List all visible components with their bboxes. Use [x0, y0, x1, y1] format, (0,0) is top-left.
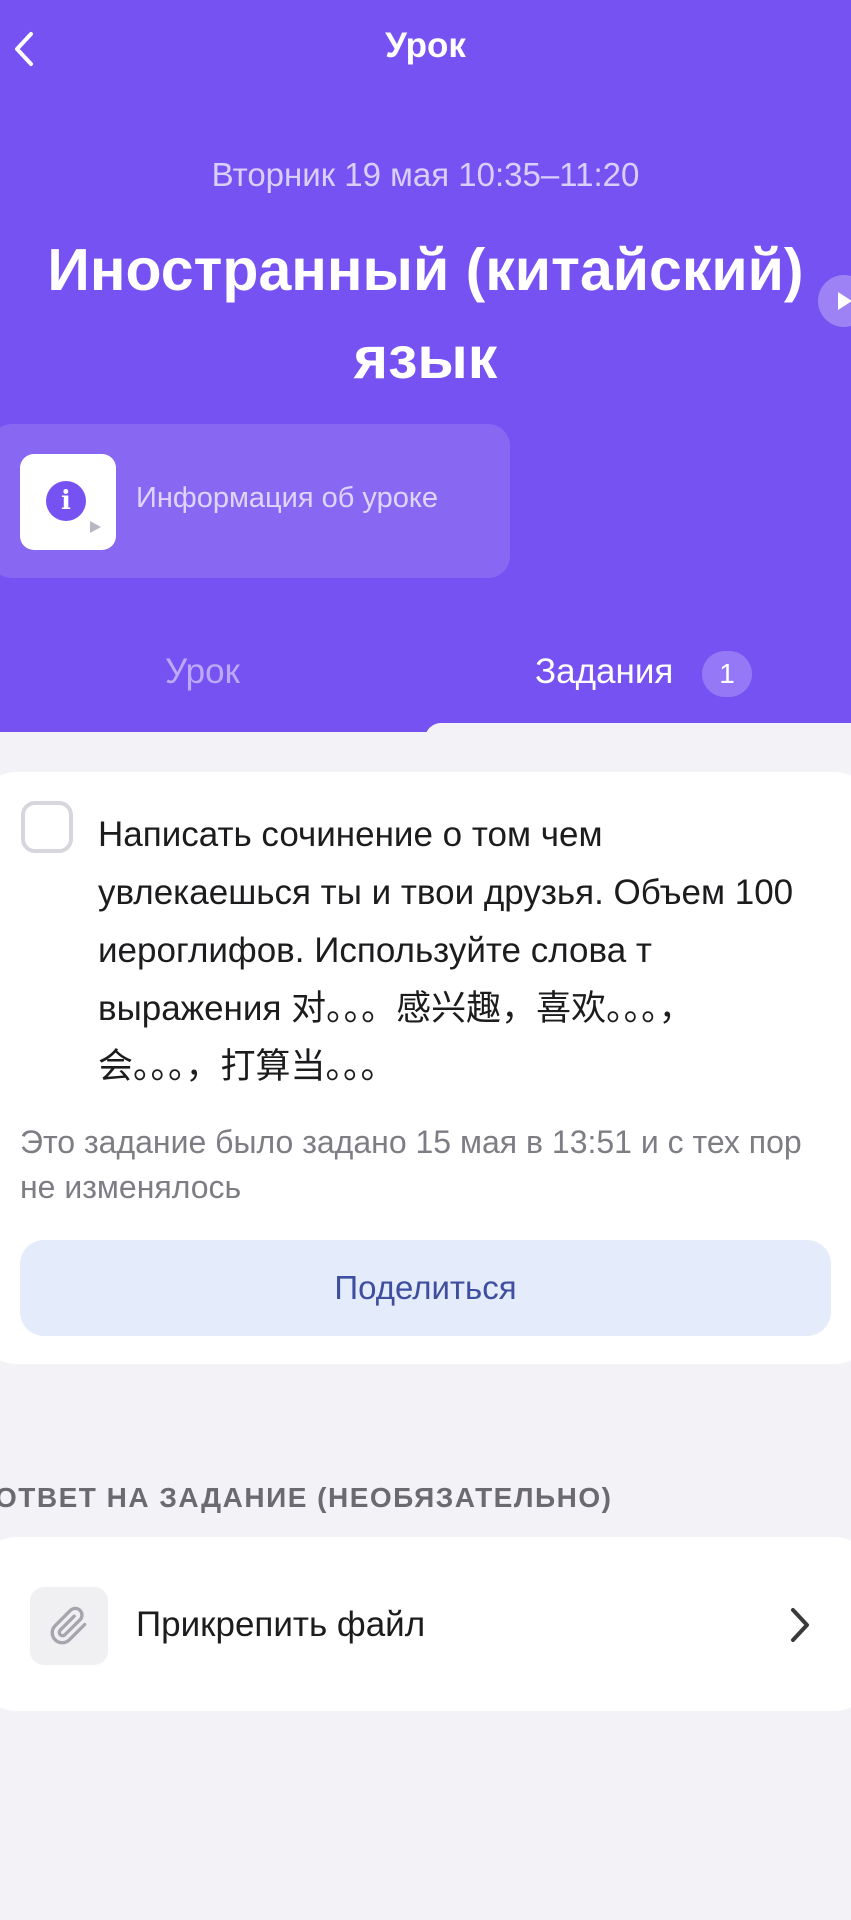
attach-file-label: Прикрепить файл: [136, 1605, 426, 1644]
share-button[interactable]: Поделиться: [20, 1240, 831, 1336]
tab-lesson[interactable]: Урок: [165, 652, 240, 692]
lesson-title-line: язык: [353, 325, 498, 391]
lesson-header: Урок Вторник 19 мая 10:35–11:20 Иностран…: [0, 0, 851, 732]
lesson-info-card[interactable]: i Информация об уроке: [0, 424, 510, 578]
tab-tasks[interactable]: Задания: [535, 652, 673, 692]
task-description: Написать сочинение о том чем увлекаешься…: [98, 815, 794, 1086]
play-icon: [90, 521, 101, 533]
info-icon: i: [46, 481, 86, 521]
task-card: Написать сочинение о том чем увлекаешься…: [0, 772, 851, 1364]
lesson-title: Иностранный (китайский) язык: [0, 226, 851, 402]
active-tab-indicator: [425, 723, 851, 732]
lesson-title-line: Иностранный (китайский): [47, 237, 804, 303]
chevron-right-icon: [791, 1608, 809, 1642]
lesson-info-label: Информация об уроке: [136, 482, 438, 514]
attach-file-row[interactable]: Прикрепить файл: [0, 1537, 851, 1711]
info-icon-box: i: [20, 454, 116, 550]
nav-title: Урок: [385, 26, 466, 65]
lesson-date-time: Вторник 19 мая 10:35–11:20: [211, 156, 640, 193]
tasks-count-badge: 1: [702, 651, 752, 697]
answer-section-title: ОТВЕТ НА ЗАДАНИЕ (НЕОБЯЗАТЕЛЬНО): [0, 1482, 613, 1513]
task-checkbox[interactable]: [21, 801, 73, 853]
task-meta-info: Это задание было задано 15 мая в 13:51 и…: [20, 1124, 802, 1205]
attach-icon-box: [30, 1587, 108, 1665]
play-icon: [838, 292, 851, 310]
paperclip-icon: [50, 1606, 87, 1645]
